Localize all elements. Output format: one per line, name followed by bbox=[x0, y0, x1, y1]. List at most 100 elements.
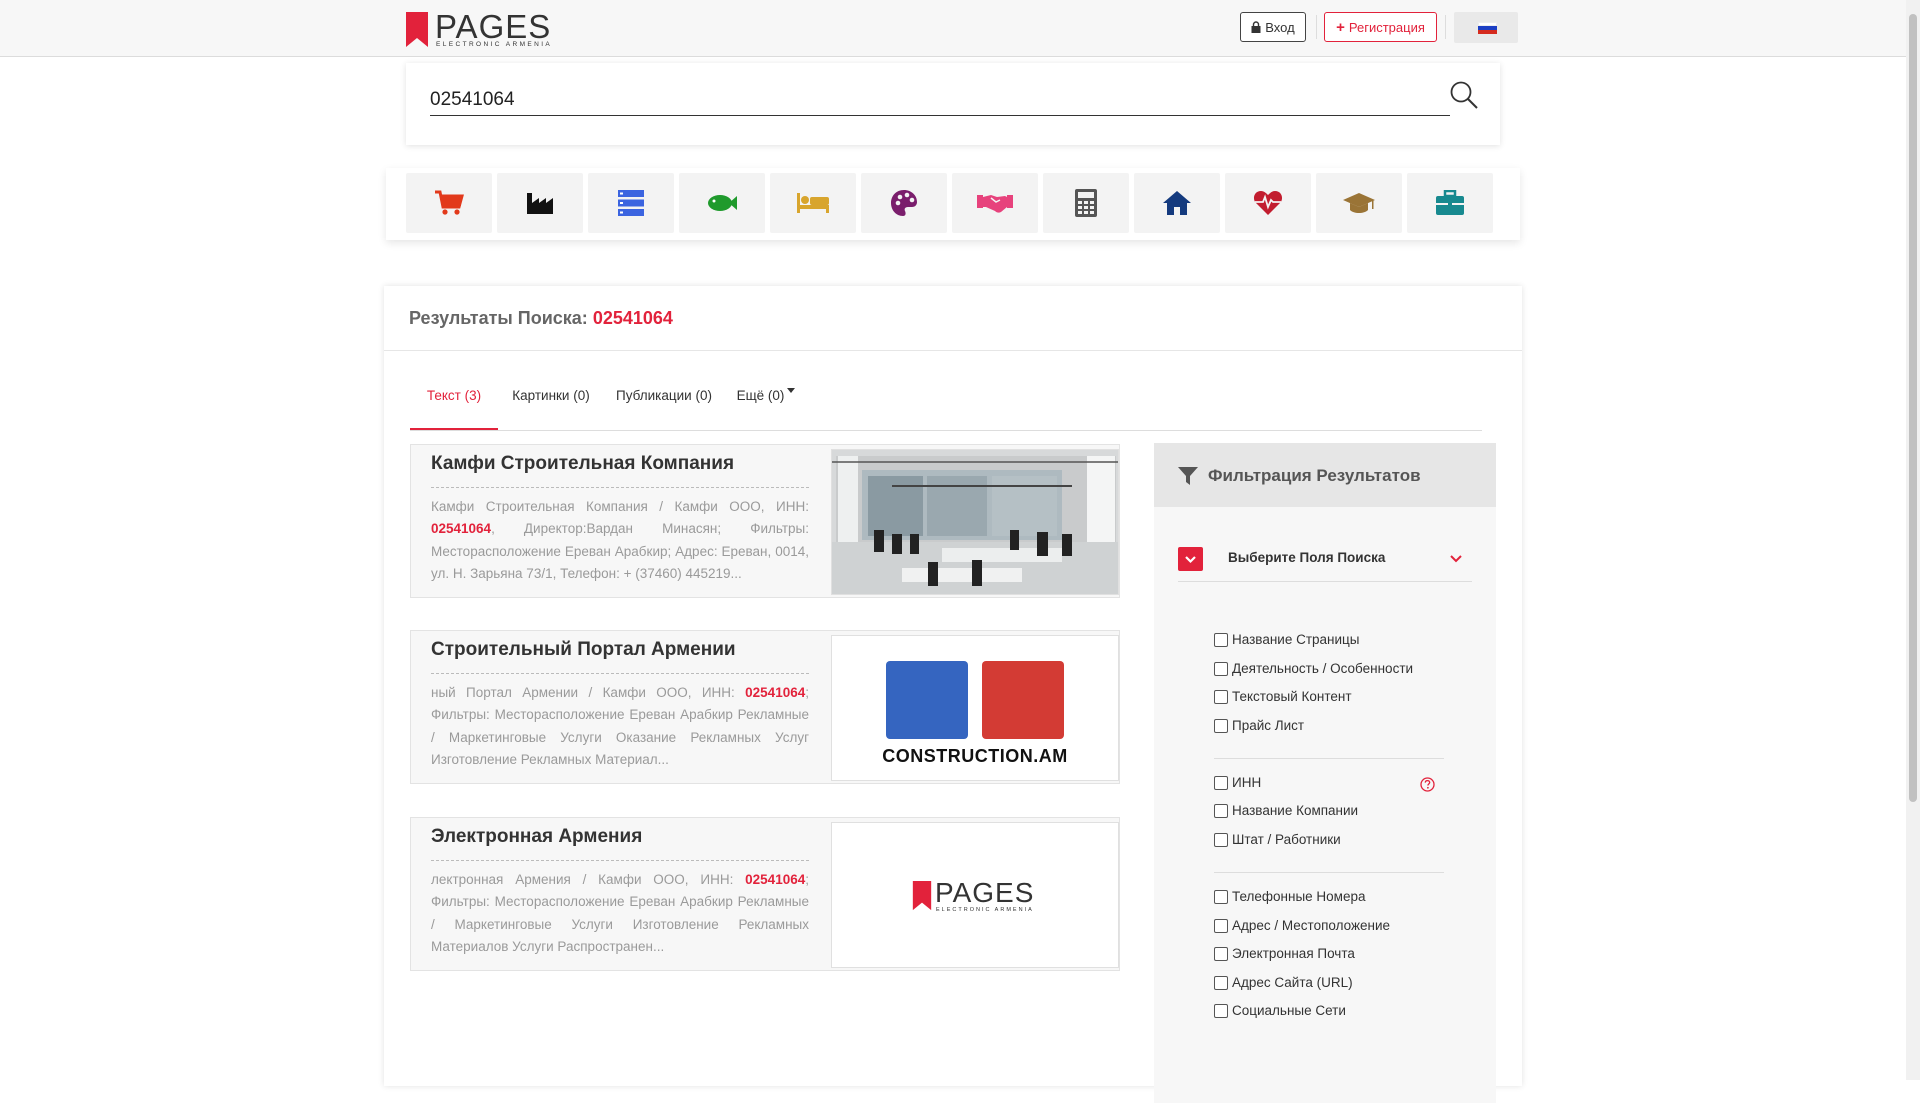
checkbox[interactable] bbox=[1214, 718, 1228, 733]
filter-option[interactable]: Социальные Сети bbox=[1214, 1003, 1346, 1018]
top-bar bbox=[0, 0, 1906, 57]
filter-option[interactable]: Название Страницы bbox=[1214, 632, 1359, 647]
result-image[interactable]: CONSTRUCTION.AM bbox=[831, 635, 1119, 781]
tab-images[interactable]: Картинки (0) bbox=[510, 388, 592, 428]
category-jobs[interactable] bbox=[1407, 173, 1493, 233]
industry-icon bbox=[527, 193, 553, 214]
filter-toggle[interactable] bbox=[1178, 547, 1203, 571]
category-art[interactable] bbox=[861, 173, 947, 233]
chevron-down-icon[interactable] bbox=[1450, 554, 1462, 564]
filter-option-label: Прайс Лист bbox=[1232, 718, 1305, 733]
filter-header: Фильтрация Результатов bbox=[1154, 443, 1496, 507]
divider bbox=[1316, 15, 1317, 39]
filter-select-label[interactable]: Выберите Поля Поиска bbox=[1228, 550, 1385, 565]
filter-option[interactable]: Электронная Почта bbox=[1214, 946, 1355, 961]
filter-option[interactable]: Прайс Лист bbox=[1214, 718, 1304, 733]
tab-publications[interactable]: Публикации (0) bbox=[614, 388, 714, 428]
category-hotels[interactable] bbox=[770, 173, 856, 233]
category-health[interactable] bbox=[1225, 173, 1311, 233]
divider bbox=[1445, 15, 1446, 39]
filter-option-label: Название Компании bbox=[1232, 803, 1359, 818]
chevron-down-icon bbox=[1185, 556, 1196, 564]
result-image[interactable] bbox=[831, 449, 1119, 595]
filter-option[interactable]: Текстовый Контент bbox=[1214, 689, 1352, 704]
filter-option[interactable]: Адрес / Местоположение bbox=[1214, 918, 1390, 933]
filter-option[interactable]: Деятельность / Особенности bbox=[1214, 661, 1413, 676]
shopping-cart-icon bbox=[435, 190, 464, 215]
site-logo[interactable]: PAGES ELECTRONIC ARMENIA bbox=[405, 8, 550, 50]
category-it[interactable] bbox=[588, 173, 674, 233]
checkbox[interactable] bbox=[1214, 632, 1228, 647]
blue-square bbox=[886, 661, 968, 739]
result-title[interactable]: Электронная Армения bbox=[431, 826, 642, 848]
result-title[interactable]: Строительный Портал Армении bbox=[431, 639, 736, 661]
office-photo bbox=[832, 450, 1118, 594]
checkbox[interactable] bbox=[1214, 946, 1228, 961]
checkbox[interactable] bbox=[1214, 832, 1228, 847]
category-finance[interactable] bbox=[1043, 173, 1129, 233]
search-icon[interactable] bbox=[1449, 80, 1479, 110]
register-button[interactable]: + Регистрация bbox=[1324, 12, 1437, 42]
results-title-prefix: Результаты Поиска: bbox=[409, 308, 588, 328]
checkbox[interactable] bbox=[1214, 661, 1228, 676]
result-image[interactable]: PAGES ELECTRONIC ARMENIA bbox=[831, 822, 1119, 968]
filter-icon bbox=[1178, 467, 1198, 485]
checkbox[interactable] bbox=[1214, 918, 1228, 933]
result-item[interactable]: Камфи Строительная Компания Камфи Строит… bbox=[410, 444, 1120, 598]
construction-logo: CONSTRUCTION.AM bbox=[832, 636, 1118, 780]
bookmark-logo-icon bbox=[912, 881, 932, 911]
checkbox[interactable] bbox=[1214, 1003, 1228, 1018]
filter-option-label: Электронная Почта bbox=[1232, 946, 1355, 961]
filter-panel: Фильтрация Результатов Выберите Поля Пои… bbox=[1154, 443, 1496, 1103]
register-label: Регистрация bbox=[1348, 19, 1425, 35]
category-real-estate[interactable] bbox=[1134, 173, 1220, 233]
category-shopping[interactable] bbox=[406, 173, 492, 233]
checkbox[interactable] bbox=[1214, 889, 1228, 904]
filter-option-label: Социальные Сети bbox=[1232, 1003, 1346, 1018]
checkbox[interactable] bbox=[1214, 803, 1228, 818]
filter-option[interactable]: Название Компании bbox=[1214, 803, 1358, 818]
category-industry[interactable] bbox=[497, 173, 583, 233]
tab-text[interactable]: Текст (3) bbox=[410, 388, 498, 430]
checkbox[interactable] bbox=[1214, 975, 1228, 990]
server-icon bbox=[618, 190, 644, 216]
filter-option-label: Штат / Работники bbox=[1232, 832, 1341, 847]
search-input[interactable] bbox=[430, 85, 1450, 116]
result-snippet: ный Портал Армении / Камфи ООО, ИНН: 025… bbox=[431, 685, 809, 767]
result-item[interactable]: Строительный Портал Армении ный Портал А… bbox=[410, 630, 1120, 784]
russia-flag-icon bbox=[1478, 22, 1497, 34]
divider bbox=[384, 350, 1522, 351]
category-agriculture[interactable] bbox=[679, 173, 765, 233]
result-item[interactable]: Электронная Армения лектронная Армения /… bbox=[410, 817, 1120, 971]
login-label: Вход bbox=[1265, 19, 1295, 35]
tab-publications-label: Публикации (0) bbox=[616, 388, 712, 403]
checkbox[interactable] bbox=[1214, 689, 1228, 704]
home-icon bbox=[1163, 191, 1191, 215]
bookmark-logo-icon bbox=[406, 12, 428, 47]
filter-option[interactable]: ИНН bbox=[1214, 775, 1261, 790]
scrollbar-thumb[interactable] bbox=[1909, 14, 1917, 802]
checkbox[interactable] bbox=[1214, 775, 1228, 790]
tab-more[interactable]: Ещё (0) bbox=[734, 388, 798, 428]
filter-option-label: Название Страницы bbox=[1232, 632, 1360, 647]
divider bbox=[1214, 872, 1444, 873]
filter-option[interactable]: Штат / Работники bbox=[1214, 832, 1341, 847]
tab-text-label: Текст (3) bbox=[426, 388, 482, 403]
filter-option-label: Деятельность / Особенности bbox=[1232, 661, 1414, 676]
login-button[interactable]: Вход bbox=[1240, 12, 1306, 42]
filter-option-label: ИНН bbox=[1232, 775, 1262, 790]
filter-option[interactable]: Адрес Сайта (URL) bbox=[1214, 975, 1353, 990]
language-selector[interactable] bbox=[1454, 12, 1518, 43]
category-services[interactable] bbox=[952, 173, 1038, 233]
filter-option[interactable]: Телефонные Номера bbox=[1214, 889, 1365, 904]
result-title[interactable]: Камфи Строительная Компания bbox=[431, 453, 734, 475]
plus-icon: + bbox=[1336, 18, 1345, 36]
filter-option-label: Текстовый Контент bbox=[1232, 689, 1352, 704]
pages-logo-text: PAGES bbox=[935, 877, 1035, 908]
filter-option-label: Адрес Сайта (URL) bbox=[1232, 975, 1353, 990]
divider bbox=[431, 673, 809, 674]
divider bbox=[1214, 758, 1444, 759]
category-education[interactable] bbox=[1316, 173, 1402, 233]
help-icon[interactable] bbox=[1420, 777, 1435, 792]
search-panel bbox=[406, 63, 1500, 145]
